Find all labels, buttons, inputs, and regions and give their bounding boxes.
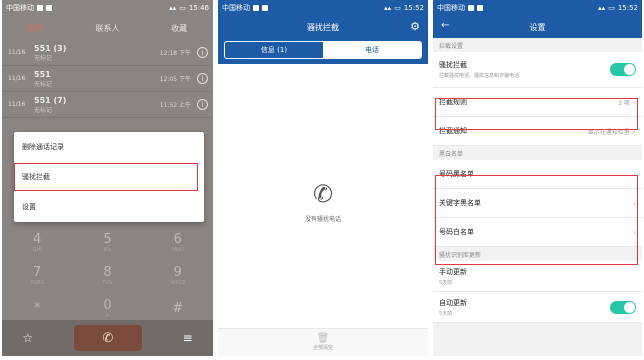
call-button[interactable]: ✆ xyxy=(73,325,142,351)
tab-contacts[interactable]: 联系人 xyxy=(95,23,119,34)
phone-icon: ✆ xyxy=(102,330,114,346)
signal-icon: ▴▴ xyxy=(598,4,606,12)
highlight-box xyxy=(14,163,198,191)
dialer-tabs: 拨号 联系人 收藏 xyxy=(2,16,213,40)
battery-icon: ▭ xyxy=(608,4,615,12)
section-header: 黑白名单 xyxy=(439,150,464,158)
app-header: 骚扰拦截 ⚙ xyxy=(218,16,428,38)
info-icon[interactable]: i xyxy=(197,73,208,84)
highlight-box xyxy=(435,98,638,130)
info-icon[interactable]: i xyxy=(197,47,208,58)
call-number: 551 (3) xyxy=(34,43,67,53)
tab-messages[interactable]: 信息 (1) xyxy=(225,42,323,58)
highlight-box xyxy=(435,175,638,265)
status-bar: 中国移动 ▴▴ ▭ 15:46 xyxy=(2,0,213,16)
dial-key-8[interactable]: 8 TUV xyxy=(87,265,127,286)
dial-key-7[interactable]: 7 PQRS xyxy=(17,265,57,286)
clear-all-button[interactable]: 🗑 全部清空 xyxy=(218,328,428,356)
carrier-label: 中国移动 xyxy=(6,4,34,12)
harass-block-toggle[interactable] xyxy=(610,63,636,76)
carrier-label: 中国移动 xyxy=(222,4,250,12)
harass-block-screen: 中国移动 ▴▴ ▭ 15:52 骚扰拦截 ⚙ 信息 (1) 电话 ✆ 没有骚扰电话 … xyxy=(218,0,428,356)
notification-icon xyxy=(468,5,474,11)
dial-key-5[interactable]: 5 JKL xyxy=(87,232,127,253)
back-arrow-icon[interactable]: ← xyxy=(441,20,449,31)
page-title: 设置 xyxy=(529,22,546,32)
clear-all-label: 全部清空 xyxy=(312,345,333,351)
menu-item-delete-log[interactable]: 删除通话记录 xyxy=(14,132,204,162)
call-sub: 无标记 xyxy=(34,106,53,114)
call-log: 11/16 551 (3) 无标记 12:18 下午 i 11/16 551 无标记… xyxy=(2,40,213,118)
tab-favorites[interactable]: 收藏 xyxy=(171,23,187,34)
dialer-bottom-bar: ☆ ✆ ≡ xyxy=(2,320,213,356)
info-icon[interactable]: i xyxy=(197,99,208,110)
phone-icon: ✆ xyxy=(312,180,334,208)
segmented-tabs: 信息 (1) 电话 xyxy=(218,38,428,64)
setting-label: 自动更新 xyxy=(439,298,467,307)
call-time: 11:52 上午 xyxy=(159,102,191,109)
manual-update-row[interactable]: 手动更新 5天前 xyxy=(433,261,642,292)
notification-icon xyxy=(262,5,268,11)
dialpad-row: 4 GHI 5 JKL 6 MNO xyxy=(2,226,213,259)
call-time: 12:05 下午 xyxy=(159,76,191,83)
call-log-row[interactable]: 11/16 551 无标记 12:05 下午 i xyxy=(2,66,213,92)
setting-sub: 拦截骚扰电话、骚扰信息和诈骗电话 xyxy=(439,73,520,79)
call-log-row[interactable]: 11/16 551 (3) 无标记 12:18 下午 i xyxy=(2,40,213,66)
call-date: 11/16 xyxy=(8,49,26,56)
dial-key-0[interactable]: 0 + xyxy=(87,298,127,319)
call-sub: 无标记 xyxy=(34,80,53,88)
signal-icon: ▴▴ xyxy=(169,4,177,12)
dial-key-hash[interactable]: # xyxy=(158,301,198,316)
dial-key-star[interactable]: * xyxy=(17,301,57,316)
call-date: 11/16 xyxy=(8,101,26,108)
dialpad: 4 GHI 5 JKL 6 MNO 7 PQRS 8 TUV 9 WXYZ * 0 + # xyxy=(2,226,213,325)
call-number: 551 (7) xyxy=(34,95,67,105)
carrier-label: 中国移动 xyxy=(437,4,465,12)
clock: 15:52 xyxy=(617,4,638,12)
setting-sub: 5天前 xyxy=(439,310,453,317)
tab-calls[interactable]: 电话 xyxy=(323,42,421,58)
call-date: 11/16 xyxy=(8,75,26,82)
empty-text: 没有骚扰电话 xyxy=(304,216,341,223)
signal-icon: ▴▴ xyxy=(384,4,392,12)
trash-icon: 🗑 xyxy=(316,333,330,344)
clock: 15:46 xyxy=(188,4,209,12)
dial-key-9[interactable]: 9 WXYZ xyxy=(158,265,198,286)
setting-sub: 5天前 xyxy=(439,279,453,286)
status-bar: 中国移动 ▴▴ ▭ 15:52 xyxy=(218,0,428,16)
call-sub: 无标记 xyxy=(34,54,53,62)
clock: 15:52 xyxy=(403,4,424,12)
notification-icon xyxy=(477,5,483,11)
settings-screen: 中国移动 ▴▴ ▭ 15:52 ← 设置 拦截设置 骚扰拦截拦截骚扰电话、骚扰信息和… xyxy=(433,0,642,356)
setting-label: 手动更新 xyxy=(439,267,467,276)
status-bar: 中国移动 ▴▴ ▭ 15:52 xyxy=(433,0,642,16)
section-header: 拦截设置 xyxy=(439,42,464,50)
menu-item-settings[interactable]: 设置 xyxy=(14,192,204,222)
setting-label: 骚扰拦截 xyxy=(439,61,467,69)
auto-update-toggle[interactable] xyxy=(610,300,636,314)
tab-dial[interactable]: 拨号 xyxy=(28,23,44,34)
notification-icon xyxy=(37,5,43,11)
app-header: ← 设置 xyxy=(433,16,642,38)
menu-icon[interactable]: ≡ xyxy=(183,331,193,345)
page-title: 骚扰拦截 xyxy=(307,22,339,32)
dialpad-row: 7 PQRS 8 TUV 9 WXYZ xyxy=(2,259,213,292)
call-number: 551 xyxy=(34,69,51,79)
harass-block-toggle-row[interactable]: 骚扰拦截拦截骚扰电话、骚扰信息和诈骗电话 xyxy=(433,52,642,88)
auto-update-row[interactable]: 自动更新 5天前 xyxy=(433,292,642,323)
empty-state: ✆ 没有骚扰电话 xyxy=(218,180,428,223)
dial-key-6[interactable]: 6 MNO xyxy=(158,232,198,253)
star-icon[interactable]: ☆ xyxy=(22,331,33,345)
gear-icon[interactable]: ⚙ xyxy=(410,20,420,33)
notification-icon xyxy=(46,5,52,11)
battery-icon: ▭ xyxy=(394,4,401,12)
dial-key-4[interactable]: 4 GHI xyxy=(17,232,57,253)
call-log-row[interactable]: 11/16 551 (7) 无标记 11:52 上午 i xyxy=(2,92,213,118)
battery-icon: ▭ xyxy=(179,4,186,12)
dialer-screen: 中国移动 ▴▴ ▭ 15:46 拨号 联系人 收藏 11/16 551 (3) 无标记… xyxy=(2,0,213,356)
call-time: 12:18 下午 xyxy=(159,50,191,57)
notification-icon xyxy=(253,5,259,11)
